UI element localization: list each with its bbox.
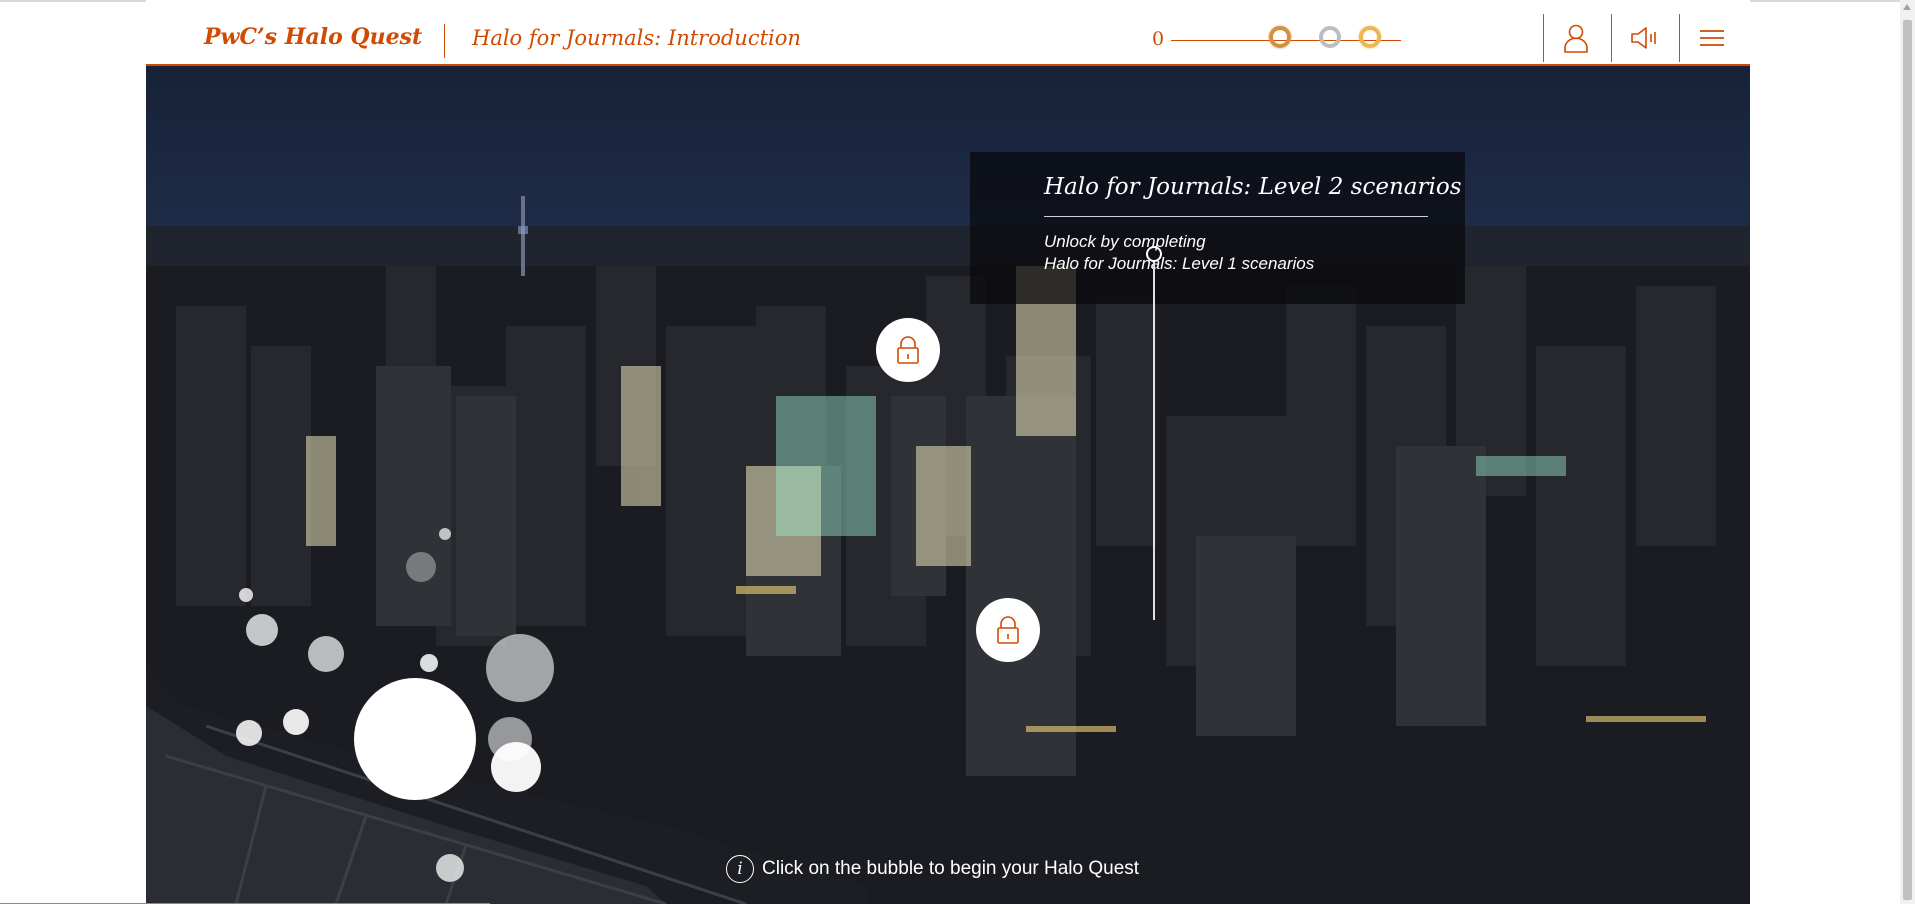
- connector-line: [1153, 262, 1155, 620]
- header-separator: [1611, 14, 1612, 62]
- connector-node: [1146, 246, 1162, 262]
- level-card-line-2: Halo for Journals: Level 1 scenarios: [1044, 254, 1315, 273]
- padlock-icon: [997, 616, 1019, 644]
- bubble: [439, 528, 451, 540]
- start-hint: i Click on the bubble to begin your Halo…: [726, 854, 1139, 884]
- bubble: [406, 552, 436, 582]
- menu-button[interactable]: [1684, 14, 1740, 62]
- scroll-up-arrow-icon[interactable]: [1903, 4, 1911, 10]
- header-separator: [1679, 14, 1680, 62]
- level-2-lock-button[interactable]: [876, 318, 940, 382]
- scrollbar-thumb[interactable]: [1903, 20, 1912, 900]
- bubble: [488, 717, 532, 761]
- level-card-line-1: Unlock by completing: [1044, 232, 1206, 251]
- bubble: [436, 854, 464, 882]
- bubble: [239, 588, 253, 602]
- app-header: PwC’s Halo Quest Halo for Journals: Intr…: [146, 0, 1750, 66]
- level-card-title: Halo for Journals: Level 2 scenarios: [1044, 174, 1462, 200]
- score-value: 0: [1152, 28, 1165, 50]
- header-divider: [444, 24, 445, 58]
- hamburger-menu-icon: [1700, 30, 1724, 46]
- sound-toggle-button[interactable]: [1616, 14, 1672, 62]
- module-title: Halo for Journals: Introduction: [472, 26, 801, 50]
- gold-ring-icon: [1359, 26, 1381, 48]
- bubble: [486, 634, 554, 702]
- bubble: [236, 720, 262, 746]
- bubble: [420, 654, 438, 672]
- app-frame: PwC’s Halo Quest Halo for Journals: Intr…: [146, 0, 1750, 904]
- bubble: [246, 614, 278, 646]
- city-night-background: Halo for Journals: Level 2 scenarios Unl…: [146, 66, 1750, 904]
- brand-title[interactable]: PwC’s Halo Quest: [204, 24, 422, 50]
- bronze-ring-icon: [1269, 26, 1291, 48]
- level-3-lock-button[interactable]: [976, 598, 1040, 662]
- bubble: [308, 636, 344, 672]
- silver-ring-icon: [1319, 26, 1341, 48]
- speaker-icon: [1631, 27, 1656, 49]
- hint-text: Click on the bubble to begin your Halo Q…: [762, 858, 1140, 879]
- level-card-rule: [1044, 216, 1428, 217]
- start-bubble-button[interactable]: [354, 678, 476, 800]
- padlock-icon: [897, 336, 919, 364]
- vertical-scrollbar[interactable]: [1900, 0, 1915, 904]
- info-icon: i: [726, 855, 754, 883]
- profile-button[interactable]: [1548, 14, 1604, 62]
- header-separator: [1543, 14, 1544, 62]
- user-icon: [1564, 24, 1588, 53]
- bubble: [283, 709, 309, 735]
- level-2-info-card: Halo for Journals: Level 2 scenarios Unl…: [970, 152, 1465, 304]
